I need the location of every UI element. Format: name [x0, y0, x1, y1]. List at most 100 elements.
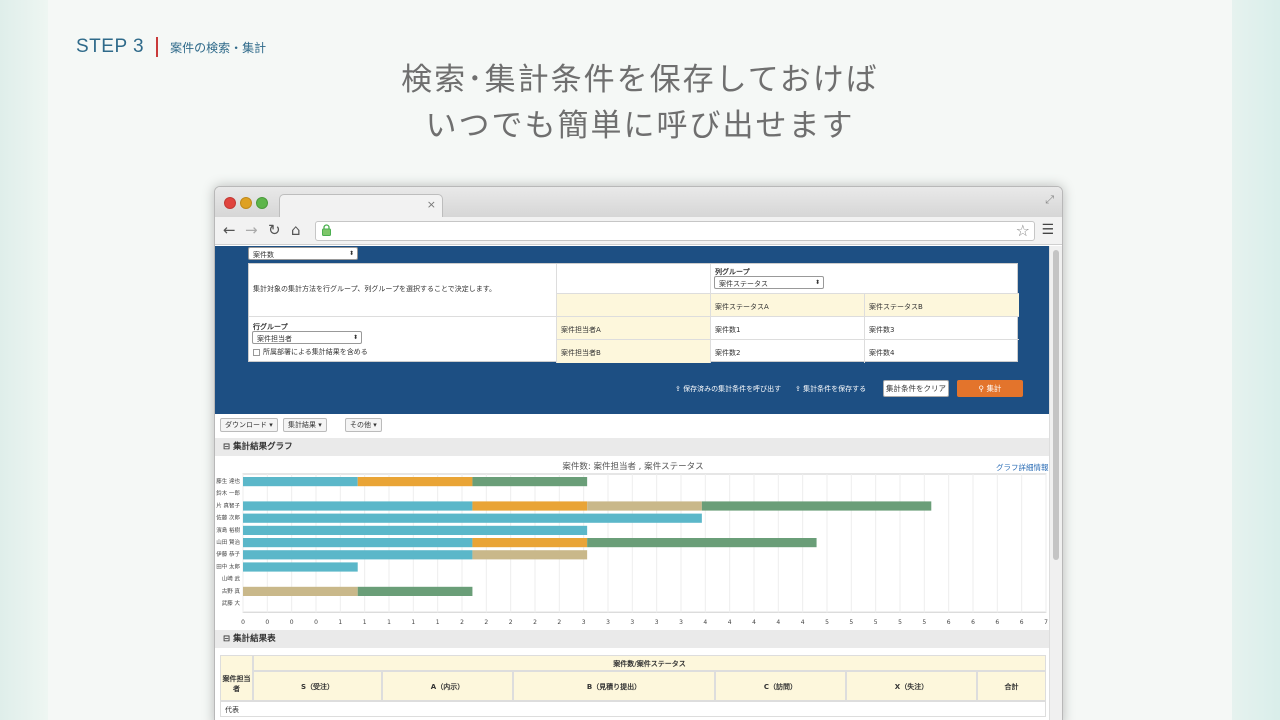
bar-segment[interactable] [243, 538, 473, 548]
download-dropdown[interactable]: ダウンロード ▾ [220, 418, 278, 432]
stacked-bar-chart: 0 0 0 0 1 1 1 1 1 2 2 2 2 2 3 3 3 3 3 4 4 4 4 4 5 5 5 5 5 6 6 6 6 7 藤生 達也鈴… [216, 473, 1048, 626]
x-tick-label: 0 [265, 619, 269, 626]
save-conditions-link[interactable]: ⇪ 集計条件を保存する [795, 384, 866, 394]
bar-segment[interactable] [587, 538, 817, 548]
x-tick-label: 5 [825, 619, 829, 626]
col-header-b: 案件ステータスB [865, 294, 1019, 317]
checkbox-box[interactable] [253, 348, 260, 356]
row-group-select[interactable]: 案件担当者 ⬍ [252, 331, 362, 344]
result-col-header: S（受注） [253, 671, 382, 701]
x-tick-label: 4 [752, 619, 756, 626]
row-group-select-value: 案件担当者 [257, 335, 292, 343]
upload-icon: ⇪ [675, 385, 684, 393]
x-tick-label: 6 [971, 619, 975, 626]
cell-a1: 案件数1 [711, 317, 865, 340]
browser-window: × ⤢ ← → ↻ ⌂ ☆ ☰ 案件数 ⬍ 集計対象の集計方法を行グループ、列グル… [214, 186, 1063, 720]
step-title: 案件の検索・集計 [170, 40, 267, 55]
star-icon[interactable]: ☆ [1016, 221, 1030, 240]
x-tick-label: 1 [387, 619, 391, 626]
bar-segment[interactable] [357, 586, 473, 596]
x-tick-label: 0 [241, 619, 245, 626]
result-col-header: C（訪問） [715, 671, 846, 701]
collapse-icon[interactable]: ⊟ [223, 634, 233, 644]
vertical-scrollbar[interactable] [1049, 246, 1062, 720]
cell-b2: 案件数4 [869, 349, 895, 357]
table-section-title: 集計結果表 [233, 634, 276, 644]
result-row-header: 案件担当者 [220, 655, 253, 701]
config-table: 集計対象の集計方法を行グループ、列グループを選択することで決定します。 列グルー… [248, 263, 1019, 363]
y-category-label: 山田 賢治 [216, 538, 240, 546]
cell-b1: 案件数2 [711, 340, 865, 363]
x-tick-label: 5 [849, 619, 853, 626]
bar-segment[interactable] [472, 477, 588, 487]
x-tick-label: 6 [1020, 619, 1024, 626]
browser-tab[interactable]: × [279, 194, 443, 217]
y-category-label: 古野 真 [222, 587, 241, 595]
x-tick-label: 4 [776, 619, 780, 626]
reload-icon[interactable]: ↻ [268, 221, 281, 239]
col-group-select-value: 案件ステータス [719, 280, 768, 288]
fullscreen-icon[interactable]: ⤢ [1045, 193, 1054, 207]
graph-section-header[interactable]: ⊟ 集計結果グラフ [215, 438, 1051, 456]
bar-segment[interactable] [243, 586, 358, 596]
address-bar[interactable]: ☆ [315, 221, 1035, 241]
headline-line-1: 検索･集計条件を保存しておけば [401, 62, 879, 98]
x-tick-label: 3 [655, 619, 659, 626]
result-col-header: B（見積り提出） [513, 671, 715, 701]
clear-conditions-button[interactable]: 集計条件をクリア [883, 380, 949, 397]
config-empty-cell [557, 264, 711, 294]
aggregate-select[interactable]: 案件数 ⬍ [248, 247, 358, 260]
zoom-window-icon[interactable] [256, 197, 268, 209]
x-tick-label: 4 [801, 619, 805, 626]
bar-segment[interactable] [243, 477, 358, 487]
x-tick-label: 4 [703, 619, 707, 626]
col-header-a: 案件ステータスA [711, 294, 865, 317]
minimize-window-icon[interactable] [240, 197, 252, 209]
bar-segment[interactable] [243, 562, 358, 572]
x-tick-label: 1 [436, 619, 440, 626]
y-category-label: 佐藤 次郎 [216, 514, 240, 522]
bar-segment[interactable] [587, 501, 702, 511]
bar-segment[interactable] [243, 550, 473, 560]
page-viewport: 案件数 ⬍ 集計対象の集計方法を行グループ、列グループを選択することで決定します。… [215, 246, 1051, 720]
col-group-select[interactable]: 案件ステータス ⬍ [714, 276, 824, 289]
y-category-label: 濱島 裕樹 [216, 526, 240, 534]
results-dropdown[interactable]: 集計結果 ▾ [283, 418, 327, 432]
aggregate-select-value: 案件数 [253, 251, 274, 259]
bar-segment[interactable] [472, 550, 588, 560]
run-aggregate-button[interactable]: ⚲ 集計 [957, 380, 1023, 397]
result-group-header: 案件数/案件ステータス [253, 655, 1046, 671]
header-empty-cell [557, 294, 711, 317]
x-tick-label: 1 [338, 619, 342, 626]
include-dept-checkbox[interactable]: 所属部署による集計結果を含める [253, 347, 368, 357]
collapse-icon[interactable]: ⊟ [223, 442, 233, 452]
load-saved-link[interactable]: ⇪ 保存済みの集計条件を呼び出す [675, 384, 781, 394]
x-tick-label: 2 [557, 619, 561, 626]
save-conditions-label: 集計条件を保存する [803, 385, 867, 393]
x-tick-label: 0 [290, 619, 294, 626]
bar-segment[interactable] [243, 513, 702, 523]
back-arrow-icon[interactable]: ← [223, 221, 236, 239]
bar-segment[interactable] [472, 538, 588, 548]
table-section-header[interactable]: ⊟ 集計結果表 [215, 630, 1051, 648]
other-dropdown[interactable]: その他 ▾ [345, 418, 382, 432]
bar-segment[interactable] [243, 525, 588, 535]
home-icon[interactable]: ⌂ [291, 221, 301, 239]
forward-arrow-icon[interactable]: → [245, 221, 258, 239]
menu-icon[interactable]: ☰ [1041, 222, 1054, 238]
result-col-header: 合計 [977, 671, 1046, 701]
browser-titlebar: × ⤢ [215, 187, 1062, 217]
browser-toolbar: ← → ↻ ⌂ ☆ ☰ [215, 217, 1062, 245]
upload-icon: ⇪ [795, 385, 804, 393]
x-tick-label: 6 [947, 619, 951, 626]
x-tick-label: 2 [509, 619, 513, 626]
scrollbar-thumb[interactable] [1053, 250, 1059, 560]
y-category-label: 武藤 大 [222, 599, 241, 607]
bar-segment[interactable] [243, 501, 473, 511]
bar-segment[interactable] [357, 477, 473, 487]
bar-segment[interactable] [472, 501, 588, 511]
include-dept-label: 所属部署による集計結果を含める [263, 348, 368, 356]
tab-close-icon[interactable]: × [427, 198, 436, 211]
bar-segment[interactable] [701, 501, 932, 511]
close-window-icon[interactable] [224, 197, 236, 209]
